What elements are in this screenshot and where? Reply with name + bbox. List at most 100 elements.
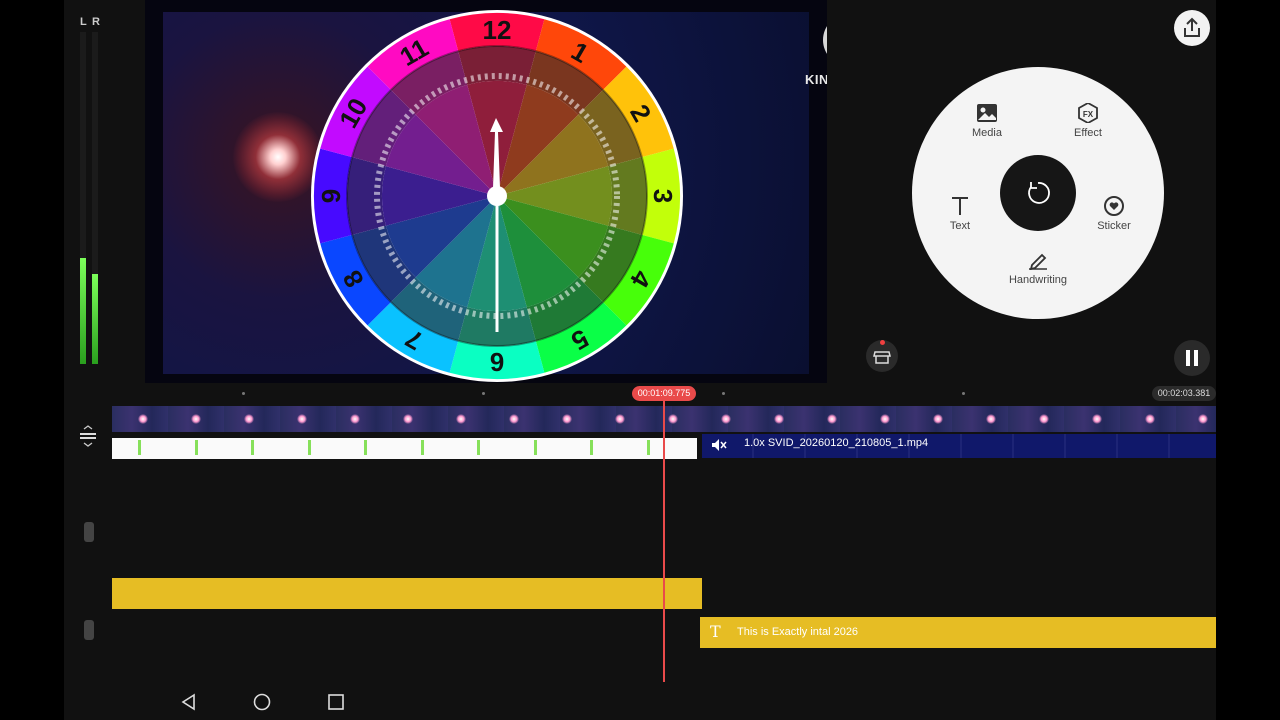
thumbnail-sparkle [297, 414, 307, 424]
meter-left-fill [80, 257, 86, 364]
media-wheel: Media FX Effect Text Sticker Handwriting [912, 67, 1164, 319]
video-clip-name: 1.0x SVID_20260120_210805_1.mp4 [744, 437, 929, 449]
layer-side-tab[interactable] [84, 522, 94, 542]
thumbnail-sparkle [668, 414, 678, 424]
media-label: Media [972, 127, 1002, 139]
thumbnail-sparkle [1039, 414, 1049, 424]
fx-icon: FX [1078, 103, 1098, 123]
clock-center-cap [487, 186, 507, 206]
meter-right-bar [92, 32, 98, 364]
meter-right-label: R [92, 16, 100, 28]
pause-icon-bar [1194, 350, 1198, 366]
svg-text:FX: FX [1083, 110, 1094, 119]
ruler-tick [722, 392, 725, 395]
audio-beat-marker [138, 440, 141, 455]
text-label: Text [949, 220, 971, 232]
meter-left-bar [80, 32, 86, 364]
text-button[interactable]: Text [925, 196, 995, 232]
kinemaster-watermark: KINEMASTER [805, 72, 827, 87]
ruler-tick [962, 392, 965, 395]
undo-button[interactable] [1000, 155, 1076, 231]
expand-icon [80, 425, 96, 447]
asset-store-button[interactable] [866, 340, 898, 372]
thumbnail-sparkle [1198, 414, 1208, 424]
preview-frame: 12 1 2 3 4 5 6 7 8 9 10 11 [163, 10, 809, 382]
clock-number-12: 12 [483, 15, 512, 45]
share-button[interactable] [1174, 10, 1210, 46]
thumbnail-sparkle [350, 414, 360, 424]
audio-beat-marker [364, 440, 367, 455]
thumbnail-sparkle [933, 414, 943, 424]
mute-icon[interactable] [710, 436, 728, 454]
thumbnail-sparkle [138, 414, 148, 424]
audio-beat-marker [590, 440, 593, 455]
audio-beat-marker [533, 440, 537, 455]
effect-button[interactable]: FX Effect [1053, 103, 1123, 139]
color-wheel-clock: 121234567891011 [311, 10, 683, 382]
ruler-tick [242, 392, 245, 395]
meter-left-label: L [80, 16, 87, 28]
home-icon[interactable] [252, 692, 272, 712]
end-time-badge: 00:02:03.381 [1152, 386, 1216, 401]
audio-level-meter: L R [78, 16, 102, 368]
audio-beat-marker [307, 440, 311, 455]
ruler-tick [482, 392, 485, 395]
wheel-middle-segment [347, 157, 386, 235]
current-time-badge: 00:01:09.775 [632, 386, 696, 401]
wheel-middle-segment [608, 157, 647, 235]
audio-beat-marker [646, 440, 650, 455]
audio-beat-marker [251, 440, 254, 455]
share-icon [1184, 17, 1200, 37]
thumbnail-sparkle [562, 414, 572, 424]
thumbnail-sparkle [244, 414, 254, 424]
video-preview[interactable]: 121234567891011 K KINEMASTER [145, 0, 827, 383]
thumbnail-sparkle [774, 414, 784, 424]
sticker-icon [1104, 196, 1124, 216]
pen-icon [1029, 253, 1047, 270]
playhead[interactable] [663, 400, 665, 682]
text-icon [952, 197, 968, 215]
image-icon [977, 104, 997, 122]
clock-number-6: 6 [490, 347, 504, 377]
handwriting-label: Handwriting [1008, 274, 1068, 286]
wheel-middle-segment [458, 46, 536, 85]
meter-right-fill [92, 274, 98, 364]
handwriting-button[interactable]: Handwriting [998, 250, 1078, 286]
text-layer-icon: T [710, 622, 721, 641]
sticker-label: Sticker [1097, 220, 1131, 232]
thumbnail-sparkle [1145, 414, 1155, 424]
layer-expand-handle[interactable] [78, 424, 98, 448]
text-layer-clip[interactable] [112, 578, 702, 609]
text-layer-clip-selected[interactable]: T This is Exactly intal 2026 [700, 617, 1216, 648]
layer-side-tab[interactable] [84, 620, 94, 640]
audio-beat-marker [477, 440, 480, 455]
thumbnail-sparkle [827, 414, 837, 424]
rotate-icon [1028, 182, 1050, 204]
thumbnail-sparkle [1092, 414, 1102, 424]
media-button[interactable]: Media [952, 103, 1022, 139]
notification-dot [880, 340, 885, 345]
clock-number-9: 9 [316, 189, 346, 203]
pause-button[interactable] [1174, 340, 1210, 376]
thumbnail-sparkle [403, 414, 413, 424]
audio-beat-marker [420, 440, 424, 455]
back-icon[interactable] [179, 692, 199, 712]
audio-clip[interactable] [112, 438, 697, 459]
clock-number-3: 3 [648, 189, 678, 203]
recents-icon[interactable] [326, 692, 346, 712]
pause-icon [1186, 350, 1190, 366]
video-clip[interactable]: 1.0x SVID_20260120_210805_1.mp4 [702, 434, 1216, 458]
sticker-button[interactable]: Sticker [1079, 196, 1149, 232]
kinemaster-logo-icon: K [823, 14, 827, 66]
thumbnail-sparkle [880, 414, 890, 424]
effect-label: Effect [1074, 127, 1102, 139]
thumbnail-sparkle [986, 414, 996, 424]
kinemaster-editor: L R 121234567891011 K KINEMASTER [64, 0, 1216, 720]
thumbnail-sparkle [721, 414, 731, 424]
thumbnail-sparkle [191, 414, 201, 424]
thumbnail-sparkle [509, 414, 519, 424]
thumbnail-sparkle [456, 414, 466, 424]
audio-beat-marker [194, 440, 198, 455]
thumbnail-sparkle [615, 414, 625, 424]
text-layer-label: This is Exactly intal 2026 [737, 626, 859, 638]
